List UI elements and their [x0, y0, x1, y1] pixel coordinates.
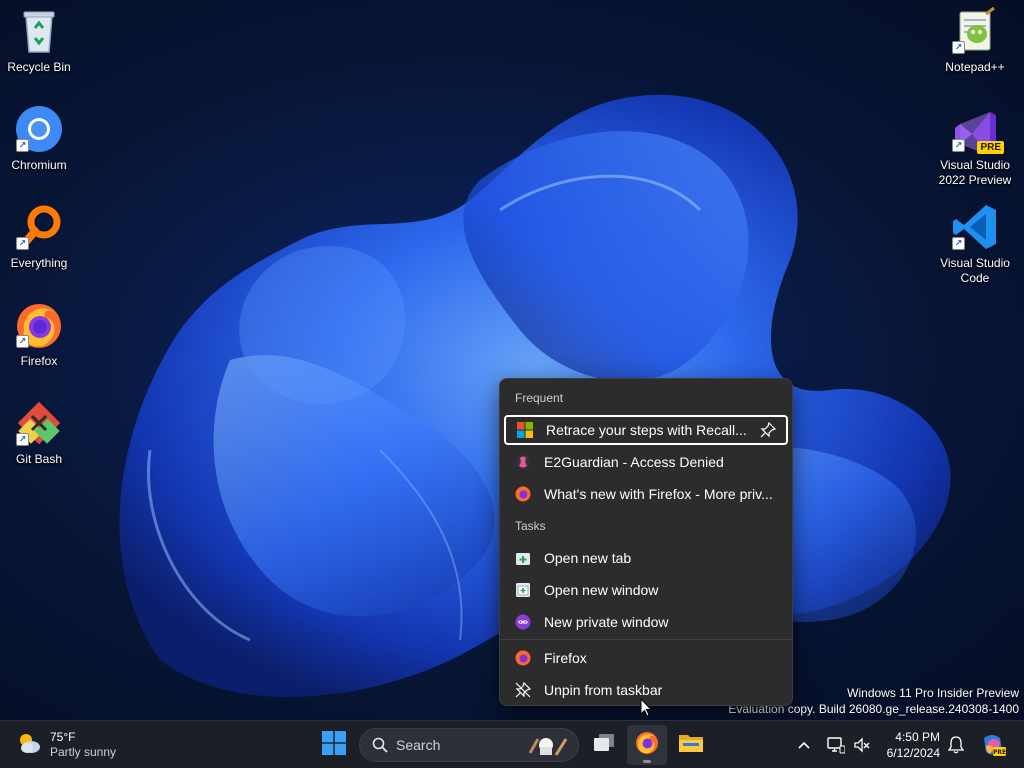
- desktop-icon-recycle-bin[interactable]: Recycle Bin: [1, 6, 77, 96]
- shortcut-arrow-icon: ↗: [16, 139, 29, 152]
- taskbar: 75°F Partly sunny Search 4:50 PM 6/12/20…: [0, 720, 1024, 768]
- shortcut-arrow-icon: ↗: [16, 335, 29, 348]
- shortcut-arrow-icon: ↗: [952, 41, 965, 54]
- jumplist-item-label: Retrace your steps with Recall...: [546, 422, 747, 438]
- mouse-cursor-icon: [640, 698, 652, 717]
- desktop-icon-label: Firefox: [20, 354, 58, 368]
- taskbar-firefox-button[interactable]: [627, 725, 667, 765]
- shortcut-arrow-icon: ↗: [16, 433, 29, 446]
- firefox-icon: [514, 485, 532, 503]
- firefox-icon: [514, 649, 532, 667]
- firefox-icon: [635, 731, 659, 760]
- new-tab-icon: [514, 549, 532, 567]
- e2guardian-icon: [514, 453, 532, 471]
- unpin-icon: [514, 681, 532, 699]
- svg-text:PRE: PRE: [993, 749, 1006, 756]
- clock-time: 4:50 PM: [895, 730, 940, 744]
- jumplist-item-label: What's new with Firefox - More priv...: [544, 486, 773, 502]
- desktop-icon-everything[interactable]: ↗ Everything: [1, 202, 77, 292]
- desktop-icon-label: Recycle Bin: [7, 60, 71, 74]
- jumplist-item-recall[interactable]: Retrace your steps with Recall...: [504, 415, 788, 445]
- weather-condition: Partly sunny: [50, 745, 117, 759]
- show-hidden-icons-chevron-icon[interactable]: [794, 735, 814, 755]
- running-indicator: [643, 760, 651, 763]
- pin-icon[interactable]: [760, 421, 777, 438]
- copilot-preview-icon[interactable]: PRE: [980, 732, 1006, 758]
- tasks-header: Tasks: [515, 519, 546, 533]
- network-ethernet-icon[interactable]: [826, 735, 846, 755]
- desktop-icon-visual-studio-preview[interactable]: PRE ↗ Visual Studio 2022 Preview: [937, 104, 1013, 194]
- desktop-icon-label: Chromium: [11, 158, 67, 172]
- task-view-button[interactable]: [584, 725, 624, 765]
- firefox-jump-list: Frequent Retrace your steps with Recall.…: [499, 378, 793, 706]
- jumplist-open-firefox[interactable]: Firefox: [504, 643, 788, 673]
- visual-studio-preview-icon: PRE ↗: [950, 104, 1004, 156]
- desktop-icon-notepad-plus-plus[interactable]: ↗ Notepad++: [937, 6, 1013, 96]
- jumplist-task-new-window[interactable]: Open new window: [504, 575, 788, 605]
- shortcut-arrow-icon: ↗: [952, 237, 965, 250]
- weather-temp: 75°F: [50, 730, 76, 744]
- jumplist-item-label: New private window: [544, 614, 669, 630]
- vscode-icon: ↗: [950, 202, 1000, 252]
- search-highlight-icon: [526, 733, 570, 759]
- desktop-icon-git-bash[interactable]: ↗ Git Bash: [1, 398, 77, 488]
- start-button[interactable]: [314, 725, 354, 765]
- new-window-icon: [514, 581, 532, 599]
- search-icon: [372, 737, 388, 753]
- task-view-icon: [593, 733, 615, 758]
- desktop-icon-firefox[interactable]: ↗ Firefox: [1, 300, 77, 390]
- notepad-plus-plus-icon: ↗: [950, 6, 1000, 56]
- desktop-icon-label: Visual Studio 2022 Preview: [938, 158, 1012, 187]
- jumplist-item-label: Open new window: [544, 582, 659, 598]
- jumplist-item-label: Firefox: [544, 650, 587, 666]
- jumplist-item-firefox-whats-new[interactable]: What's new with Firefox - More priv...: [504, 479, 788, 509]
- private-window-icon: [514, 613, 532, 631]
- everything-search-icon: ↗: [14, 202, 64, 252]
- notification-bell-icon[interactable]: [946, 735, 966, 755]
- shortcut-arrow-icon: ↗: [16, 237, 29, 250]
- search-placeholder: Search: [396, 737, 441, 753]
- frequent-header: Frequent: [515, 391, 564, 405]
- taskbar-clock[interactable]: 4:50 PM 6/12/2024: [887, 729, 940, 761]
- microsoft-logo-icon: [516, 421, 534, 439]
- taskbar-search-box[interactable]: Search: [359, 728, 579, 762]
- jumplist-item-label: Unpin from taskbar: [544, 682, 663, 698]
- desktop-icon-label: Visual Studio Code: [940, 256, 1010, 285]
- clock-date: 6/12/2024: [886, 746, 940, 760]
- folder-icon: [678, 732, 704, 759]
- jumplist-task-private-window[interactable]: New private window: [504, 607, 788, 637]
- desktop-icon-chromium[interactable]: ↗ Chromium: [1, 104, 77, 194]
- recycle-bin-icon: [14, 6, 64, 56]
- windows-start-icon: [322, 730, 346, 760]
- desktop-wallpaper: Recycle Bin ↗ Chromium ↗ Everything ↗ Fi…: [0, 0, 1024, 720]
- git-bash-icon: ↗: [14, 398, 64, 448]
- weather-widget[interactable]: 75°F Partly sunny: [16, 729, 116, 761]
- volume-muted-icon[interactable]: [852, 735, 872, 755]
- desktop-icon-label: Notepad++: [945, 60, 1005, 74]
- desktop-icon-label: Everything: [10, 256, 68, 270]
- jumplist-item-label: Open new tab: [544, 550, 632, 566]
- partly-sunny-icon: [16, 730, 42, 761]
- jumplist-task-new-tab[interactable]: Open new tab: [504, 543, 788, 573]
- jumplist-item-label: E2Guardian - Access Denied: [544, 454, 724, 470]
- desktop-icon-vscode[interactable]: ↗ Visual Studio Code: [937, 202, 1013, 292]
- desktop-icon-label: Git Bash: [15, 452, 63, 466]
- preview-badge: PRE: [977, 141, 1004, 154]
- chromium-icon: ↗: [14, 104, 64, 154]
- taskbar-file-explorer-button[interactable]: [671, 725, 711, 765]
- shortcut-arrow-icon: ↗: [952, 139, 965, 152]
- firefox-icon: ↗: [14, 300, 64, 350]
- jumplist-item-e2guardian[interactable]: E2Guardian - Access Denied: [504, 447, 788, 477]
- jumplist-divider: [500, 639, 792, 640]
